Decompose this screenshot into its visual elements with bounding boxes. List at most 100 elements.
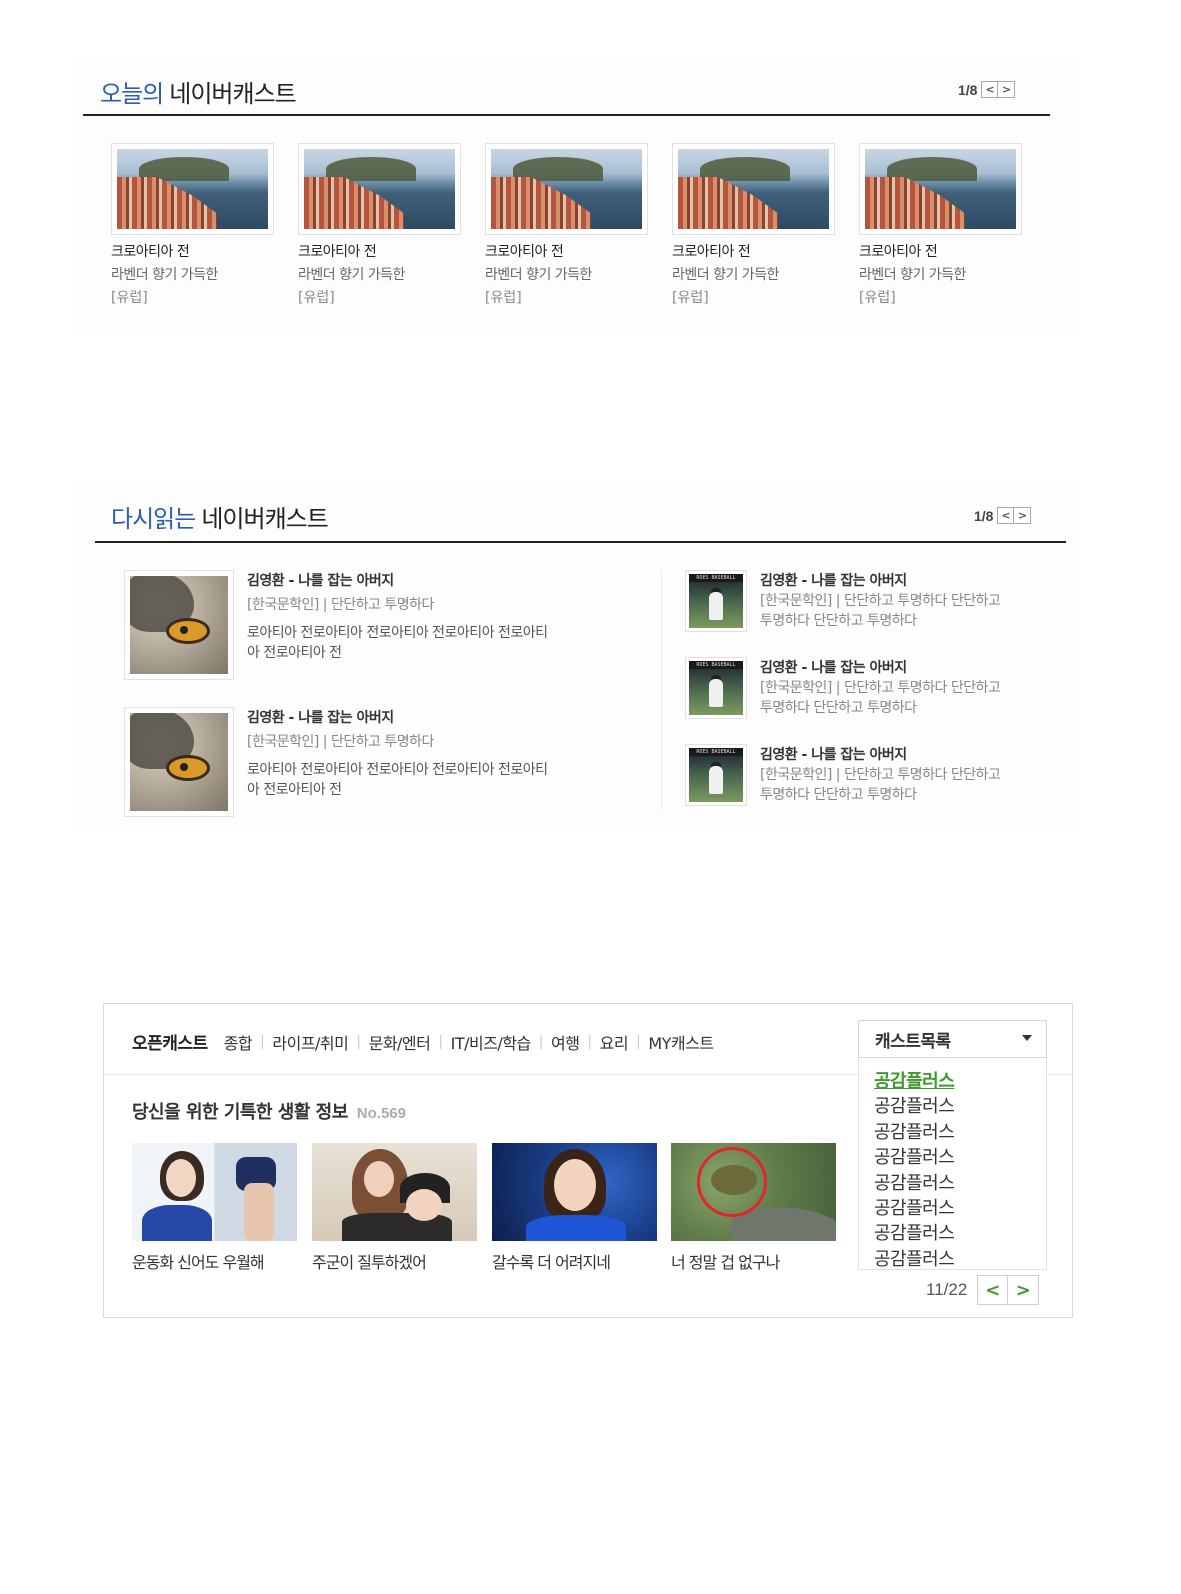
- next-page-button[interactable]: >: [1008, 1275, 1040, 1305]
- item-title[interactable]: 김영환 - 나를 잡는 아버지: [760, 570, 1042, 590]
- cast-card[interactable]: 크로아티아 전 라벤더 향기 가득한 [유럽]: [111, 143, 276, 307]
- reread-item[interactable]: 김영환 - 나를 잡는 아버지 [한국문학인] | 단단하고 투명하다 로아티아…: [124, 570, 548, 680]
- card-photo[interactable]: [312, 1143, 477, 1241]
- opencast-card[interactable]: 주군이 질투하겠어: [312, 1143, 477, 1273]
- prev-page-button[interactable]: <: [981, 81, 999, 98]
- reread-small-item[interactable]: ROES BASEBALL 김영환 - 나를 잡는 아버지 [한국문학인] | …: [685, 570, 1042, 632]
- item-description: 로아티아 전로아티아 전로아티아 전로아티아 전로아티 아 전로아티아 전: [247, 623, 548, 663]
- page-indicator: 1/8: [958, 81, 978, 98]
- meta-line: [한국문학인] | 단단하고 투명하다 단단하고: [760, 593, 1001, 609]
- opencast-card[interactable]: 갈수록 더 어려지네: [492, 1143, 657, 1273]
- headline-text[interactable]: 당신을 위한 기특한 생활 정보: [132, 1098, 348, 1124]
- item-description: 로아티아 전로아티아 전로아티아 전로아티아 전로아티 아 전로아티아 전: [247, 760, 548, 800]
- nav-separator: |: [356, 1033, 361, 1050]
- desc-line: 아 전로아티아 전: [247, 645, 342, 661]
- reread-small-item[interactable]: ROES BASEBALL 김영환 - 나를 잡는 아버지 [한국문학인] | …: [685, 744, 1042, 806]
- nav-item-it[interactable]: IT/비즈/학습: [451, 1030, 532, 1054]
- cast-list-item[interactable]: 공감플러스: [874, 1120, 1046, 1145]
- page-indicator: 11/22: [926, 1280, 968, 1299]
- cover-band: ROES BASEBALL: [689, 574, 743, 582]
- cast-list-dropdown[interactable]: 캐스트목록: [858, 1020, 1047, 1058]
- opencast-card[interactable]: 너 정말 겁 없구나: [671, 1143, 836, 1273]
- card-title[interactable]: 크로아티아 전: [672, 241, 837, 261]
- title-highlight: 다시읽는: [111, 505, 196, 533]
- card-caption[interactable]: 갈수록 더 어려지네: [492, 1249, 657, 1273]
- section-divider: [95, 541, 1066, 543]
- cast-card[interactable]: 크로아티아 전 라벤더 향기 가득한 [유럽]: [298, 143, 463, 307]
- card-thumbnail[interactable]: [111, 143, 274, 235]
- next-page-button[interactable]: >: [998, 81, 1016, 98]
- item-thumbnail[interactable]: [124, 570, 234, 680]
- reread-item[interactable]: 김영환 - 나를 잡는 아버지 [한국문학인] | 단단하고 투명하다 로아티아…: [124, 707, 548, 817]
- prev-page-button[interactable]: <: [997, 507, 1015, 524]
- page-indicator: 1/8: [974, 507, 994, 524]
- card-title[interactable]: 크로아티아 전: [859, 241, 1024, 261]
- cast-list[interactable]: 공감플러스 공감플러스 공감플러스 공감플러스 공감플러스 공감플러스 공감플러…: [858, 1058, 1047, 1270]
- cast-card[interactable]: 크로아티아 전 라벤더 향기 가득한 [유럽]: [485, 143, 650, 307]
- card-photo[interactable]: [671, 1143, 836, 1241]
- cast-list-item[interactable]: 공감플러스: [874, 1221, 1046, 1246]
- meta-line: 투명하다 단단하고 투명하다: [760, 613, 917, 629]
- item-meta: [한국문학인] | 단단하고 투명하다 단단하고 투명하다 단단하고 투명하다: [760, 765, 1042, 805]
- cast-list-item[interactable]: 공감플러스: [874, 1171, 1046, 1196]
- reread-small-item[interactable]: ROES BASEBALL 김영환 - 나를 잡는 아버지 [한국문학인] | …: [685, 657, 1042, 719]
- prev-page-button[interactable]: <: [977, 1275, 1009, 1305]
- section-divider: [83, 114, 1050, 116]
- item-meta: [한국문학인] | 단단하고 투명하다 단단하고 투명하다 단단하고 투명하다: [760, 591, 1042, 631]
- cast-list-item[interactable]: 공감플러스: [874, 1247, 1046, 1269]
- title-rest: 네이버캐스트: [169, 80, 296, 108]
- item-thumbnail[interactable]: ROES BASEBALL: [685, 657, 747, 719]
- cast-list-item[interactable]: 공감플러스: [874, 1145, 1046, 1170]
- item-title[interactable]: 김영환 - 나를 잡는 아버지: [247, 570, 548, 590]
- card-subtitle: 라벤더 향기 가득한: [672, 267, 779, 283]
- card-title[interactable]: 크로아티아 전: [111, 241, 276, 261]
- chevron-down-icon[interactable]: [1022, 1035, 1032, 1041]
- croatia-photo: [491, 149, 642, 229]
- card-subtitle: 라벤더 향기 가득한: [859, 267, 966, 283]
- nav-item-general[interactable]: 종합: [224, 1030, 253, 1054]
- cast-list-item[interactable]: 공감플러스: [874, 1196, 1046, 1221]
- meta-line: 투명하다 단단하고 투명하다: [760, 787, 917, 803]
- item-title[interactable]: 김영환 - 나를 잡는 아버지: [760, 657, 1042, 677]
- card-tag: [유럽]: [672, 290, 709, 306]
- card-title[interactable]: 크로아티아 전: [298, 241, 463, 261]
- card-photo[interactable]: [492, 1143, 657, 1241]
- item-title[interactable]: 김영환 - 나를 잡는 아버지: [247, 707, 548, 727]
- cast-list-item[interactable]: 공감플러스: [874, 1094, 1046, 1119]
- card-caption[interactable]: 너 정말 겁 없구나: [671, 1249, 836, 1273]
- column-divider: [661, 570, 662, 810]
- cast-card[interactable]: 크로아티아 전 라벤더 향기 가득한 [유럽]: [859, 143, 1024, 307]
- nav-item-travel[interactable]: 여행: [551, 1030, 580, 1054]
- card-thumbnail[interactable]: [859, 143, 1022, 235]
- item-thumbnail[interactable]: [124, 707, 234, 817]
- croatia-photo: [304, 149, 455, 229]
- cast-card[interactable]: 크로아티아 전 라벤더 향기 가득한 [유럽]: [672, 143, 837, 307]
- croatia-photo: [865, 149, 1016, 229]
- nav-item-life[interactable]: 라이프/취미: [272, 1030, 349, 1054]
- cast-list-item[interactable]: 공감플러스: [874, 1069, 1046, 1094]
- nav-separator: |: [587, 1033, 592, 1050]
- card-title[interactable]: 크로아티아 전: [485, 241, 650, 261]
- card-caption[interactable]: 주군이 질투하겠어: [312, 1249, 477, 1273]
- opencast-card[interactable]: 운동화 신어도 우월해: [132, 1143, 297, 1273]
- item-meta: [한국문학인] | 단단하고 투명하다 단단하고 투명하다 단단하고 투명하다: [760, 678, 1042, 718]
- card-subtitle: 라벤더 향기 가득한: [111, 267, 218, 283]
- card-photo[interactable]: [132, 1143, 297, 1241]
- item-title[interactable]: 김영환 - 나를 잡는 아버지: [760, 744, 1042, 764]
- card-caption[interactable]: 운동화 신어도 우월해: [132, 1249, 297, 1273]
- nav-item-mycast[interactable]: MY캐스트: [648, 1030, 714, 1054]
- card-thumbnail[interactable]: [672, 143, 835, 235]
- card-tag: [유럽]: [111, 290, 148, 306]
- card-thumbnail[interactable]: [485, 143, 648, 235]
- item-thumbnail[interactable]: ROES BASEBALL: [685, 744, 747, 806]
- opencast-widget: 오픈캐스트 종합 | 라이프/취미 | 문화/엔터 | IT/비즈/학습 | 여…: [103, 1003, 1073, 1318]
- nav-separator: |: [260, 1033, 265, 1050]
- opencast-brand[interactable]: 오픈캐스트: [132, 1029, 208, 1054]
- cover-band: ROES BASEBALL: [689, 748, 743, 756]
- card-thumbnail[interactable]: [298, 143, 461, 235]
- item-thumbnail[interactable]: ROES BASEBALL: [685, 570, 747, 632]
- nav-item-cooking[interactable]: 요리: [600, 1030, 629, 1054]
- next-page-button[interactable]: >: [1014, 507, 1032, 524]
- nav-item-culture[interactable]: 문화/엔터: [369, 1030, 431, 1054]
- title-highlight: 오늘의: [100, 80, 164, 108]
